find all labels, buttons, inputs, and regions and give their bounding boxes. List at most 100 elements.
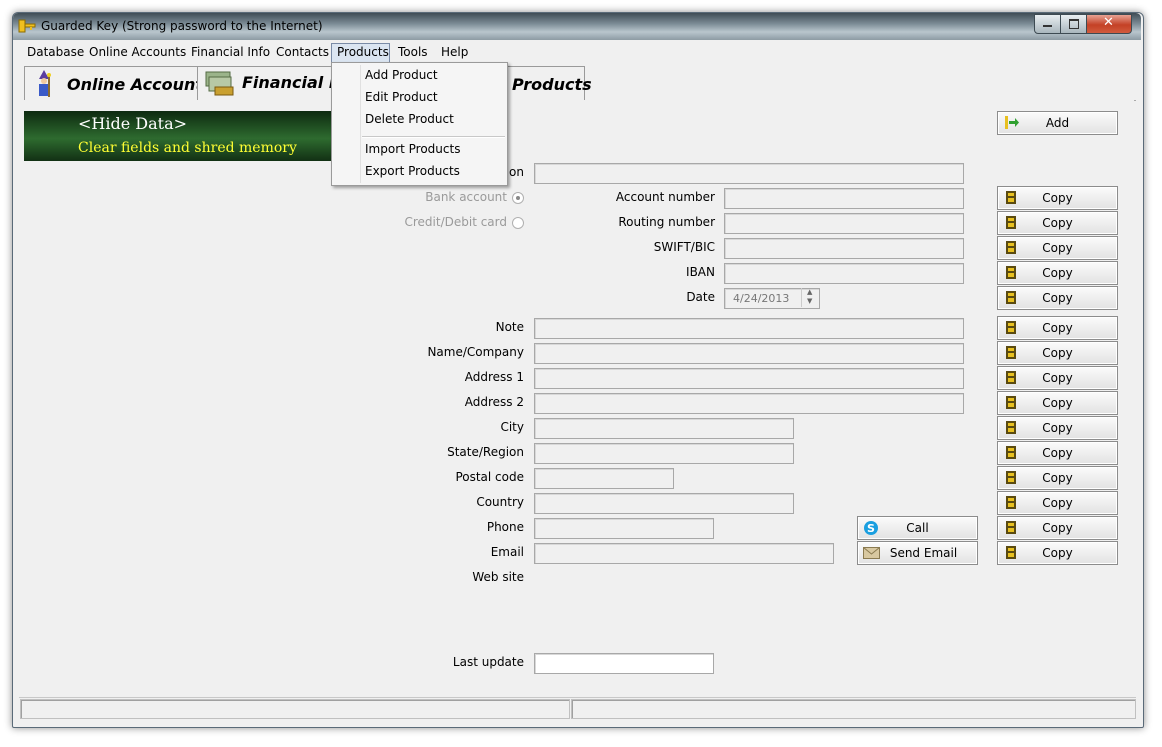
menu-import-products[interactable]: Import Products [365, 142, 460, 156]
state-region-field[interactable] [534, 443, 794, 464]
radio-dot [516, 196, 520, 200]
maximize-button[interactable] [1060, 14, 1088, 34]
copy-address2-button[interactable]: Copy [997, 391, 1118, 415]
copy-button-label: Copy [1042, 421, 1073, 435]
copy-postal-code-button[interactable]: Copy [997, 466, 1118, 490]
money-icon [205, 71, 234, 96]
city-field[interactable] [534, 418, 794, 439]
last-update-field[interactable] [534, 653, 714, 674]
address1-label: Address 1 [464, 370, 524, 384]
country-label: Country [476, 495, 524, 509]
hide-data-link[interactable]: <Hide Data> [78, 114, 187, 133]
copy-account-number-button[interactable]: Copy [997, 186, 1118, 210]
menu-online-accounts[interactable]: Online Accounts [89, 45, 186, 59]
copy-name-company-button[interactable]: Copy [997, 341, 1118, 365]
copy-button-label: Copy [1042, 546, 1073, 560]
address1-field[interactable] [534, 368, 964, 389]
bank-account-radio[interactable] [512, 192, 524, 204]
copy-button-label: Copy [1042, 346, 1073, 360]
spin-down-icon[interactable]: ▼ [807, 297, 812, 305]
copy-state-region-button[interactable]: Copy [997, 441, 1118, 465]
copy-country-button[interactable]: Copy [997, 491, 1118, 515]
account-number-field[interactable] [724, 188, 964, 209]
copy-button-label: Copy [1042, 321, 1073, 335]
tab-online-accounts-label: Online Accounts [67, 75, 213, 94]
call-button[interactable]: S Call [857, 516, 978, 540]
copy-date-button[interactable]: Copy [997, 286, 1118, 310]
postal-code-field[interactable] [534, 468, 674, 489]
call-button-label: Call [906, 521, 929, 535]
menu-database[interactable]: Database [27, 45, 84, 59]
window-title: Guarded Key (Strong password to the Inte… [41, 19, 323, 33]
close-button[interactable]: ✕ [1086, 14, 1132, 34]
tab-online-accounts[interactable]: Online Accounts [24, 66, 213, 100]
address2-label: Address 2 [464, 395, 524, 409]
copy-button-label: Copy [1042, 241, 1073, 255]
copy-button-label: Copy [1042, 446, 1073, 460]
copy-city-button[interactable]: Copy [997, 416, 1118, 440]
email-label: Email [490, 545, 524, 559]
tab-financial-info[interactable]: Financial In [197, 66, 346, 100]
menu-contacts[interactable]: Contacts [276, 45, 329, 59]
date-spinner[interactable]: ▲ ▼ [801, 288, 820, 307]
copy-iban-button[interactable]: Copy [997, 261, 1118, 285]
key-icon [18, 19, 36, 33]
routing-number-field[interactable] [724, 213, 964, 234]
description-field[interactable] [534, 163, 964, 184]
copy-button-label: Copy [1042, 396, 1073, 410]
menu-products[interactable]: Products [337, 45, 389, 59]
products-dropdown-menu: Add Product Edit Product Delete Product … [331, 62, 508, 186]
address2-field[interactable] [534, 393, 964, 414]
copy-button-label: Copy [1042, 496, 1073, 510]
country-field[interactable] [534, 493, 794, 514]
copy-routing-number-button[interactable]: Copy [997, 211, 1118, 235]
send-email-button[interactable]: Send Email [857, 541, 978, 565]
copy-email-button[interactable]: Copy [997, 541, 1118, 565]
credit-debit-label: Credit/Debit card [404, 215, 507, 229]
credit-debit-radio[interactable] [512, 217, 524, 229]
email-field[interactable] [534, 543, 834, 564]
wizard-icon [39, 70, 51, 97]
bank-account-label: Bank account [425, 190, 507, 204]
minimize-button[interactable] [1034, 14, 1062, 34]
phone-field[interactable] [534, 518, 714, 539]
name-company-field[interactable] [534, 343, 964, 364]
menu-tools[interactable]: Tools [398, 45, 428, 59]
add-button-label: Add [1045, 116, 1070, 130]
name-company-label: Name/Company [427, 345, 524, 359]
menu-edit-product[interactable]: Edit Product [365, 90, 438, 104]
date-value: 4/24/2013 [733, 292, 790, 305]
date-label: Date [686, 290, 715, 304]
spin-up-icon[interactable]: ▲ [807, 288, 812, 296]
add-button[interactable]: Add [997, 111, 1118, 135]
swift-bic-field[interactable] [724, 238, 964, 259]
web-site-label: Web site [472, 570, 524, 584]
routing-number-label: Routing number [618, 215, 715, 229]
menu-export-products[interactable]: Export Products [365, 164, 460, 178]
copy-swift-bic-button[interactable]: Copy [997, 236, 1118, 260]
menu-help[interactable]: Help [441, 45, 468, 59]
iban-field[interactable] [724, 263, 964, 284]
menu-bar [19, 42, 1136, 62]
last-update-label: Last update [452, 655, 524, 669]
copy-address1-button[interactable]: Copy [997, 366, 1118, 390]
send-email-button-label: Send Email [889, 546, 958, 560]
tab-products[interactable]: Products [506, 66, 592, 100]
note-field[interactable] [534, 318, 964, 339]
menu-financial-info[interactable]: Financial Info [191, 45, 270, 59]
phone-label: Phone [486, 520, 524, 534]
menu-separator [362, 136, 505, 138]
menu-delete-product[interactable]: Delete Product [365, 112, 454, 126]
status-pane-left [20, 699, 570, 719]
city-label: City [500, 420, 524, 434]
copy-button-label: Copy [1042, 521, 1073, 535]
copy-button-label: Copy [1042, 191, 1073, 205]
state-region-label: State/Region [447, 445, 524, 459]
copy-note-button[interactable]: Copy [997, 316, 1118, 340]
note-label: Note [495, 320, 524, 334]
menu-add-product[interactable]: Add Product [365, 68, 438, 82]
clear-fields-link[interactable]: Clear fields and shred memory [78, 140, 297, 156]
menu-gutter [360, 65, 361, 183]
copy-phone-button[interactable]: Copy [997, 516, 1118, 540]
minimize-icon [1043, 25, 1052, 27]
